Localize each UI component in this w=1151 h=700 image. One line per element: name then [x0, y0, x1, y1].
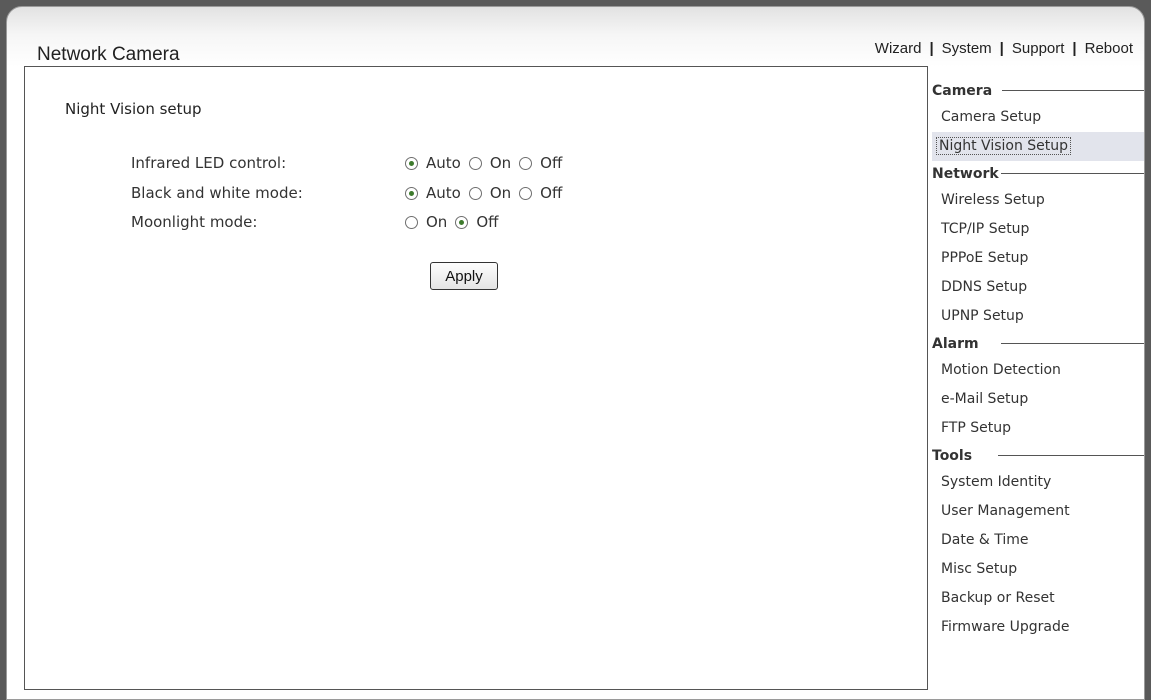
infrared-led-auto-option[interactable]: Auto: [405, 154, 461, 172]
radio-unchecked-icon[interactable]: [405, 215, 418, 229]
sidebar-item-pppoe-setup[interactable]: PPPoE Setup: [932, 244, 1144, 273]
section-title: Camera: [932, 82, 993, 99]
sidebar-item-label: Date & Time: [941, 532, 1029, 548]
bw-mode-row: Black and white mode: Auto On Off: [131, 181, 570, 205]
radio-unchecked-icon[interactable]: [468, 186, 482, 200]
sidebar-item-label: TCP/IP Setup: [941, 221, 1030, 237]
infrared-led-off-option[interactable]: Off: [519, 154, 562, 172]
bw-mode-on-option[interactable]: On: [468, 184, 512, 202]
section-divider: [1002, 90, 1144, 91]
sidebar-item-firmware-upgrade[interactable]: Firmware Upgrade: [932, 613, 1144, 642]
sidebar-item-label: FTP Setup: [941, 420, 1011, 436]
moonlight-mode-label: Moonlight mode:: [131, 213, 258, 231]
section-divider: [998, 455, 1144, 456]
option-label: On: [489, 184, 512, 202]
nav-separator: |: [1072, 40, 1077, 57]
sidebar-item-camera-setup[interactable]: Camera Setup: [932, 103, 1144, 132]
infrared-led-label: Infrared LED control:: [131, 154, 287, 172]
moonlight-mode-row: Moonlight mode: On Off: [131, 210, 506, 234]
option-label: Off: [476, 213, 499, 231]
apply-button[interactable]: Apply: [430, 262, 498, 290]
sidebar-item-wireless-setup[interactable]: Wireless Setup: [932, 186, 1144, 215]
sidebar-item-date-time[interactable]: Date & Time: [932, 526, 1144, 555]
nav-system-link[interactable]: System: [942, 40, 992, 57]
bw-mode-off-option[interactable]: Off: [519, 184, 562, 202]
sidebar-section-network: Network: [932, 161, 1144, 186]
sidebar-item-upnp-setup[interactable]: UPNP Setup: [932, 302, 1144, 331]
app-title: Network Camera: [37, 44, 180, 65]
sidebar-item-label: Motion Detection: [941, 362, 1061, 378]
moonlight-off-option[interactable]: Off: [455, 213, 498, 231]
section-title: Alarm: [932, 335, 979, 352]
radio-checked-icon[interactable]: [405, 186, 418, 200]
sidebar: Camera Camera Setup Night Vision Setup N…: [932, 78, 1144, 642]
sidebar-item-ftp-setup[interactable]: FTP Setup: [932, 414, 1144, 443]
nav-reboot-link[interactable]: Reboot: [1085, 40, 1133, 57]
sidebar-item-label: Backup or Reset: [941, 590, 1055, 606]
option-label: On: [426, 213, 448, 231]
option-label: On: [489, 154, 512, 172]
sidebar-item-ddns-setup[interactable]: DDNS Setup: [932, 273, 1144, 302]
nav-separator: |: [999, 40, 1004, 57]
sidebar-section-alarm: Alarm: [932, 331, 1144, 356]
sidebar-item-system-identity[interactable]: System Identity: [932, 468, 1144, 497]
infrared-led-on-option[interactable]: On: [468, 154, 512, 172]
option-label: Off: [540, 154, 563, 172]
sidebar-item-backup-reset[interactable]: Backup or Reset: [932, 584, 1144, 613]
sidebar-item-label: Night Vision Setup: [935, 137, 1072, 155]
sidebar-item-label: UPNP Setup: [941, 308, 1024, 324]
sidebar-item-misc-setup[interactable]: Misc Setup: [932, 555, 1144, 584]
infrared-led-row: Infrared LED control: Auto On Off: [131, 151, 570, 175]
radio-unchecked-icon[interactable]: [468, 156, 482, 170]
nav-separator: |: [929, 40, 934, 57]
option-label: Off: [540, 184, 563, 202]
sidebar-item-label: System Identity: [941, 474, 1052, 490]
section-title: Network: [932, 165, 999, 182]
sidebar-item-motion-detection[interactable]: Motion Detection: [932, 356, 1144, 385]
sidebar-item-email-setup[interactable]: e-Mail Setup: [932, 385, 1144, 414]
section-divider: [1000, 343, 1144, 344]
sidebar-item-label: User Management: [941, 503, 1070, 519]
sidebar-item-label: Camera Setup: [941, 109, 1042, 125]
moonlight-on-option[interactable]: On: [405, 213, 447, 231]
bw-mode-auto-option[interactable]: Auto: [405, 184, 461, 202]
sidebar-section-camera: Camera: [932, 78, 1144, 103]
section-title: Tools: [932, 447, 973, 464]
section-divider: [1000, 173, 1144, 174]
radio-unchecked-icon[interactable]: [519, 156, 533, 170]
sidebar-section-tools: Tools: [932, 443, 1144, 468]
nav-support-link[interactable]: Support: [1012, 40, 1065, 57]
radio-checked-icon[interactable]: [405, 156, 418, 170]
page-title: Night Vision setup: [65, 100, 202, 118]
content-panel: Night Vision setup Infrared LED control:…: [24, 66, 928, 690]
sidebar-item-tcpip-setup[interactable]: TCP/IP Setup: [932, 215, 1144, 244]
sidebar-item-night-vision-setup[interactable]: Night Vision Setup: [932, 132, 1144, 161]
sidebar-item-label: e-Mail Setup: [941, 391, 1029, 407]
sidebar-item-label: PPPoE Setup: [941, 250, 1029, 266]
sidebar-item-user-management[interactable]: User Management: [932, 497, 1144, 526]
sidebar-item-label: DDNS Setup: [941, 279, 1028, 295]
option-label: Auto: [426, 184, 461, 202]
top-nav: Wizard | System | Support | Reboot: [875, 40, 1133, 57]
radio-unchecked-icon[interactable]: [519, 186, 533, 200]
sidebar-item-label: Wireless Setup: [941, 192, 1045, 208]
radio-checked-icon[interactable]: [455, 215, 469, 229]
bw-mode-label: Black and white mode:: [131, 184, 303, 202]
sidebar-item-label: Firmware Upgrade: [941, 619, 1070, 635]
sidebar-item-label: Misc Setup: [941, 561, 1018, 577]
nav-wizard-link[interactable]: Wizard: [875, 40, 922, 57]
option-label: Auto: [426, 154, 461, 172]
